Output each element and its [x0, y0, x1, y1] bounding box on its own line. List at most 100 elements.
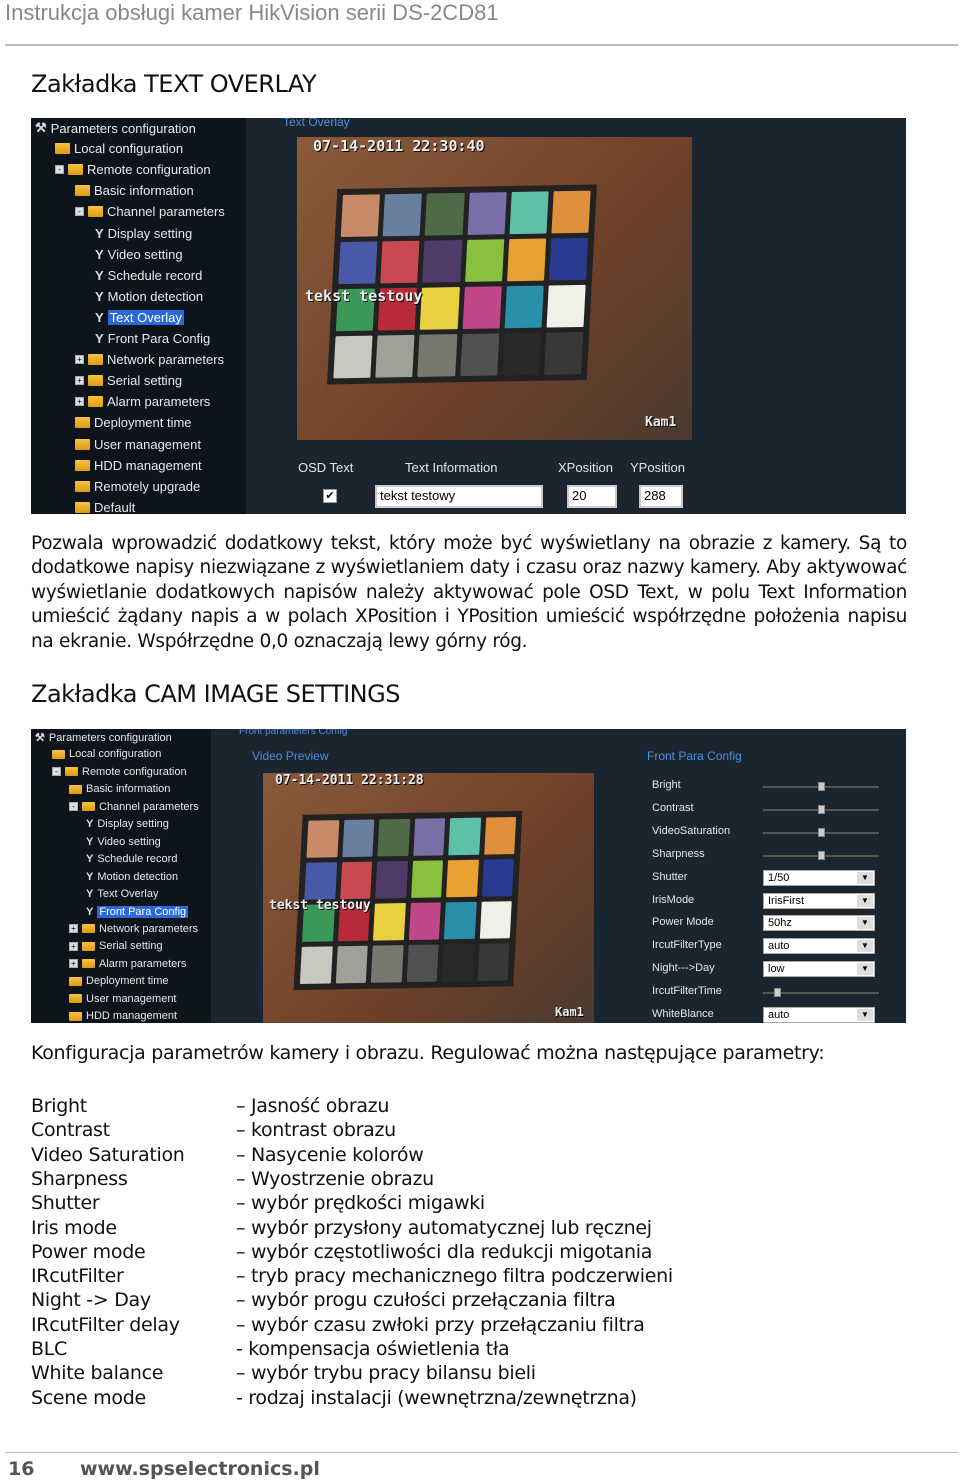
tree-item[interactable]: Y Video setting	[86, 836, 161, 848]
tree-item[interactable]: - Channel parameters	[75, 204, 225, 219]
tree-item[interactable]: Y Schedule record	[95, 268, 202, 283]
tree-item[interactable]: User management	[69, 993, 177, 1005]
tree-item-label: Motion detection	[107, 288, 204, 304]
param-slider[interactable]	[763, 804, 879, 814]
tree-item[interactable]: - Remote configuration	[52, 766, 187, 778]
param-select[interactable]: auto ▼	[763, 1007, 875, 1023]
color-patch	[441, 943, 475, 982]
tree-item[interactable]: Remotely upgrade	[75, 479, 200, 494]
tree-item[interactable]: - Remote configuration	[55, 162, 211, 177]
param-select[interactable]: 1/50 ▼	[763, 869, 875, 886]
osd-text-checkbox[interactable]: ✔	[323, 489, 337, 503]
param-slider[interactable]	[763, 827, 879, 837]
slider-handle[interactable]	[818, 850, 825, 860]
param-slider[interactable]	[763, 988, 879, 998]
text-information-input[interactable]: tekst testowy	[375, 485, 543, 508]
chevron-down-icon[interactable]: ▼	[857, 1009, 873, 1021]
param-select[interactable]: low ▼	[763, 961, 875, 978]
color-patch	[481, 859, 514, 897]
param-slider[interactable]	[763, 850, 879, 860]
chevron-down-icon[interactable]: ▼	[857, 894, 873, 907]
tree-item[interactable]: Default	[75, 500, 135, 514]
tree-item[interactable]: Y Video setting	[95, 247, 183, 262]
yposition-input[interactable]: 288	[639, 485, 683, 508]
tree-item[interactable]: HDD management	[69, 1010, 177, 1022]
collapse-icon[interactable]: -	[69, 802, 78, 812]
osd-timestamp: 07-14-2011 22:30:40	[313, 137, 485, 155]
tree-item[interactable]: Local configuration	[52, 748, 161, 760]
color-patch	[546, 284, 586, 328]
tree-item[interactable]: Y Front Para Config	[86, 905, 189, 918]
color-patch	[412, 818, 446, 856]
wrench-icon: Y	[86, 853, 94, 866]
tree-item-label: Video setting	[97, 835, 161, 848]
slider-handle[interactable]	[818, 827, 825, 837]
tree-item[interactable]: Y Schedule record	[86, 853, 177, 865]
param-label: Night--->Day	[652, 962, 715, 975]
color-patch	[448, 817, 481, 856]
color-patch	[501, 332, 542, 376]
color-patch	[477, 943, 510, 981]
param-select[interactable]: IrisFirst ▼	[763, 892, 875, 909]
tree-item[interactable]: + Network parameters	[75, 352, 224, 367]
color-patch	[479, 901, 512, 939]
tree-item[interactable]: Y Motion detection	[86, 871, 178, 883]
param-select[interactable]: auto ▼	[763, 938, 875, 955]
tree-item[interactable]: Y Motion detection	[95, 289, 203, 304]
tree-item-label: Local configuration	[69, 748, 162, 761]
slider-handle[interactable]	[818, 804, 825, 814]
footer-url: www.spselectronics.pl	[80, 1458, 320, 1480]
osd-custom-text: tekst testouy	[269, 898, 371, 913]
tree-item[interactable]: Local configuration	[55, 141, 183, 156]
parameter-description: – wybór prędkości migawki	[236, 1192, 485, 1215]
expand-icon[interactable]: +	[75, 376, 84, 386]
tree-item-label: Display setting	[97, 818, 169, 831]
tree-item[interactable]: Deployment time	[69, 975, 169, 987]
tree-item[interactable]: + Serial setting	[69, 940, 163, 952]
tree-item[interactable]: Y Display setting	[86, 818, 169, 830]
collapse-icon[interactable]: -	[75, 207, 84, 217]
tab-title: Front parameters Config	[239, 729, 348, 737]
tree-item[interactable]: ⚒ Parameters configuration	[35, 731, 172, 745]
tree-item[interactable]: User management	[75, 437, 201, 452]
section-title: Zakładka CAM IMAGE SETTINGS	[31, 680, 400, 708]
tree-item[interactable]: Basic information	[75, 183, 194, 198]
folder-icon	[82, 959, 95, 969]
param-label: IrcutFilterType	[652, 939, 722, 952]
collapse-icon[interactable]: -	[55, 165, 64, 175]
tree-item[interactable]: Basic information	[69, 783, 170, 795]
tree-item[interactable]: + Alarm parameters	[75, 394, 210, 409]
tree-item[interactable]: Y Text Overlay	[95, 309, 184, 325]
slider-handle[interactable]	[818, 782, 825, 791]
tree-item[interactable]: - Channel parameters	[69, 801, 199, 813]
tree-item[interactable]: + Network parameters	[69, 923, 198, 935]
front-para-config-title: Front Para Config	[647, 749, 742, 763]
tree-item[interactable]: Deployment time	[75, 415, 192, 430]
tree-item[interactable]: Y Display setting	[95, 226, 192, 241]
chevron-down-icon[interactable]: ▼	[857, 963, 873, 976]
chevron-down-icon[interactable]: ▼	[857, 917, 873, 930]
expand-icon[interactable]: +	[69, 959, 78, 969]
collapse-icon[interactable]: -	[52, 767, 61, 777]
tree-item[interactable]: Y Front Para Config	[95, 331, 210, 346]
xposition-input[interactable]: 20	[567, 485, 617, 508]
tree-item[interactable]: HDD management	[75, 458, 202, 473]
tree-item[interactable]: + Alarm parameters	[69, 958, 186, 970]
expand-icon[interactable]: +	[69, 924, 78, 934]
tree-item[interactable]: ⚒ Parameters configuration	[35, 120, 196, 136]
param-select[interactable]: 50hz ▼	[763, 915, 875, 932]
tree-item[interactable]: + Serial setting	[75, 373, 182, 388]
expand-icon[interactable]: +	[69, 941, 78, 951]
tree-item[interactable]: Y Text Overlay	[86, 888, 158, 900]
tree-item-label: Default	[94, 499, 136, 514]
color-patch	[467, 192, 507, 235]
chevron-down-icon[interactable]: ▼	[857, 871, 873, 884]
expand-icon[interactable]: +	[75, 397, 84, 407]
slider-handle[interactable]	[773, 988, 781, 998]
expand-icon[interactable]: +	[75, 355, 84, 365]
select-value: low	[768, 963, 785, 976]
param-slider[interactable]	[763, 782, 879, 791]
parameter-description: – wybór przysłony automatycznej lub ręcz…	[236, 1216, 652, 1239]
chevron-down-icon[interactable]: ▼	[857, 940, 873, 953]
color-patch	[333, 335, 373, 379]
